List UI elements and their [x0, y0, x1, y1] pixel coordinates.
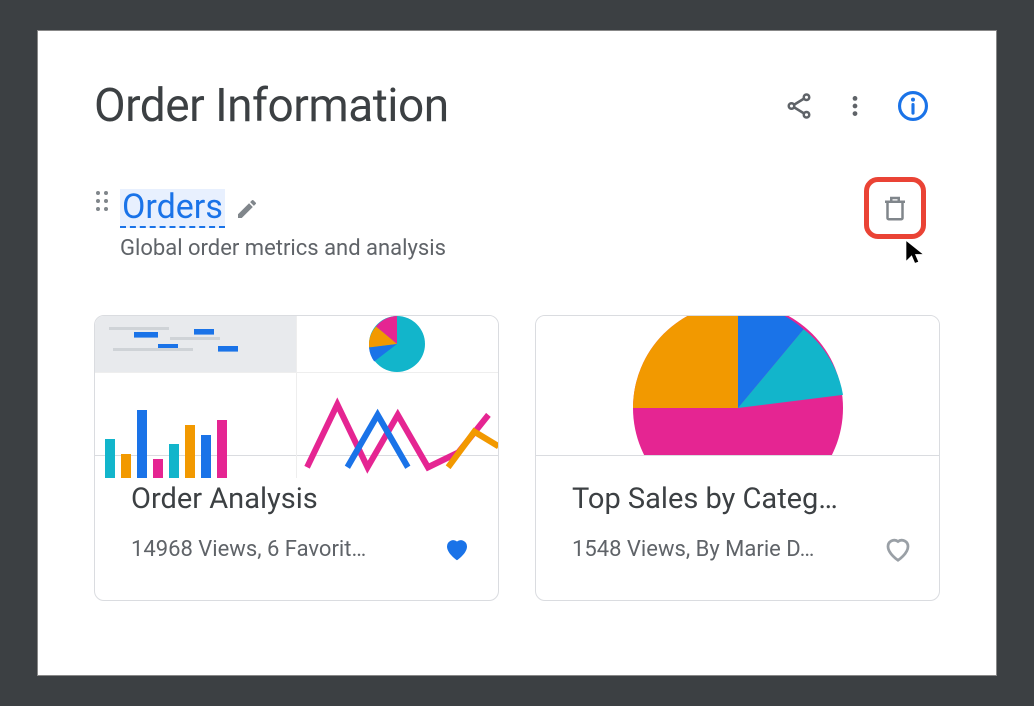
- section-title-group: Orders Global order metrics and analysis: [120, 189, 446, 261]
- bar-chart-icon: [95, 373, 297, 478]
- cards-row: Order Analysis 14968 Views, 6 Favorit…: [94, 315, 940, 601]
- section-header: Orders Global order metrics and analysis: [94, 189, 940, 261]
- card-title: Top Sales by Categ…: [572, 482, 913, 516]
- line-chart-icon: [297, 373, 499, 478]
- card-top-sales[interactable]: Top Sales by Categ… 1548 Views, By Marie…: [535, 315, 940, 601]
- page-title: Order Information: [94, 79, 449, 133]
- cursor-pointer-icon: [902, 239, 928, 269]
- card-order-analysis[interactable]: Order Analysis 14968 Views, 6 Favorit…: [94, 315, 499, 601]
- card-meta: 1548 Views, By Marie D…: [572, 537, 873, 562]
- delete-button-highlight: [864, 177, 926, 239]
- share-icon[interactable]: [784, 91, 814, 121]
- card-meta: 14968 Views, 6 Favorit…: [131, 537, 432, 562]
- header-row: Order Information: [94, 79, 940, 133]
- drag-handle-icon[interactable]: [94, 189, 110, 217]
- pie-chart-icon: [633, 316, 843, 456]
- pie-chart-icon: [297, 316, 499, 373]
- card-preview: [536, 316, 939, 456]
- card-title: Order Analysis: [131, 482, 472, 516]
- favorite-icon[interactable]: [442, 534, 472, 564]
- section-title-input[interactable]: Orders: [120, 189, 225, 228]
- card-preview: [95, 316, 498, 456]
- header-actions: [784, 89, 930, 123]
- delete-icon[interactable]: [880, 193, 910, 223]
- pencil-icon[interactable]: [235, 197, 259, 221]
- info-icon[interactable]: [896, 89, 930, 123]
- section-description: Global order metrics and analysis: [120, 236, 446, 261]
- favorite-outline-icon[interactable]: [883, 534, 913, 564]
- map-thumbnail-icon: [95, 316, 297, 373]
- more-vert-icon[interactable]: [842, 91, 868, 121]
- order-information-panel: Order Information: [37, 30, 997, 676]
